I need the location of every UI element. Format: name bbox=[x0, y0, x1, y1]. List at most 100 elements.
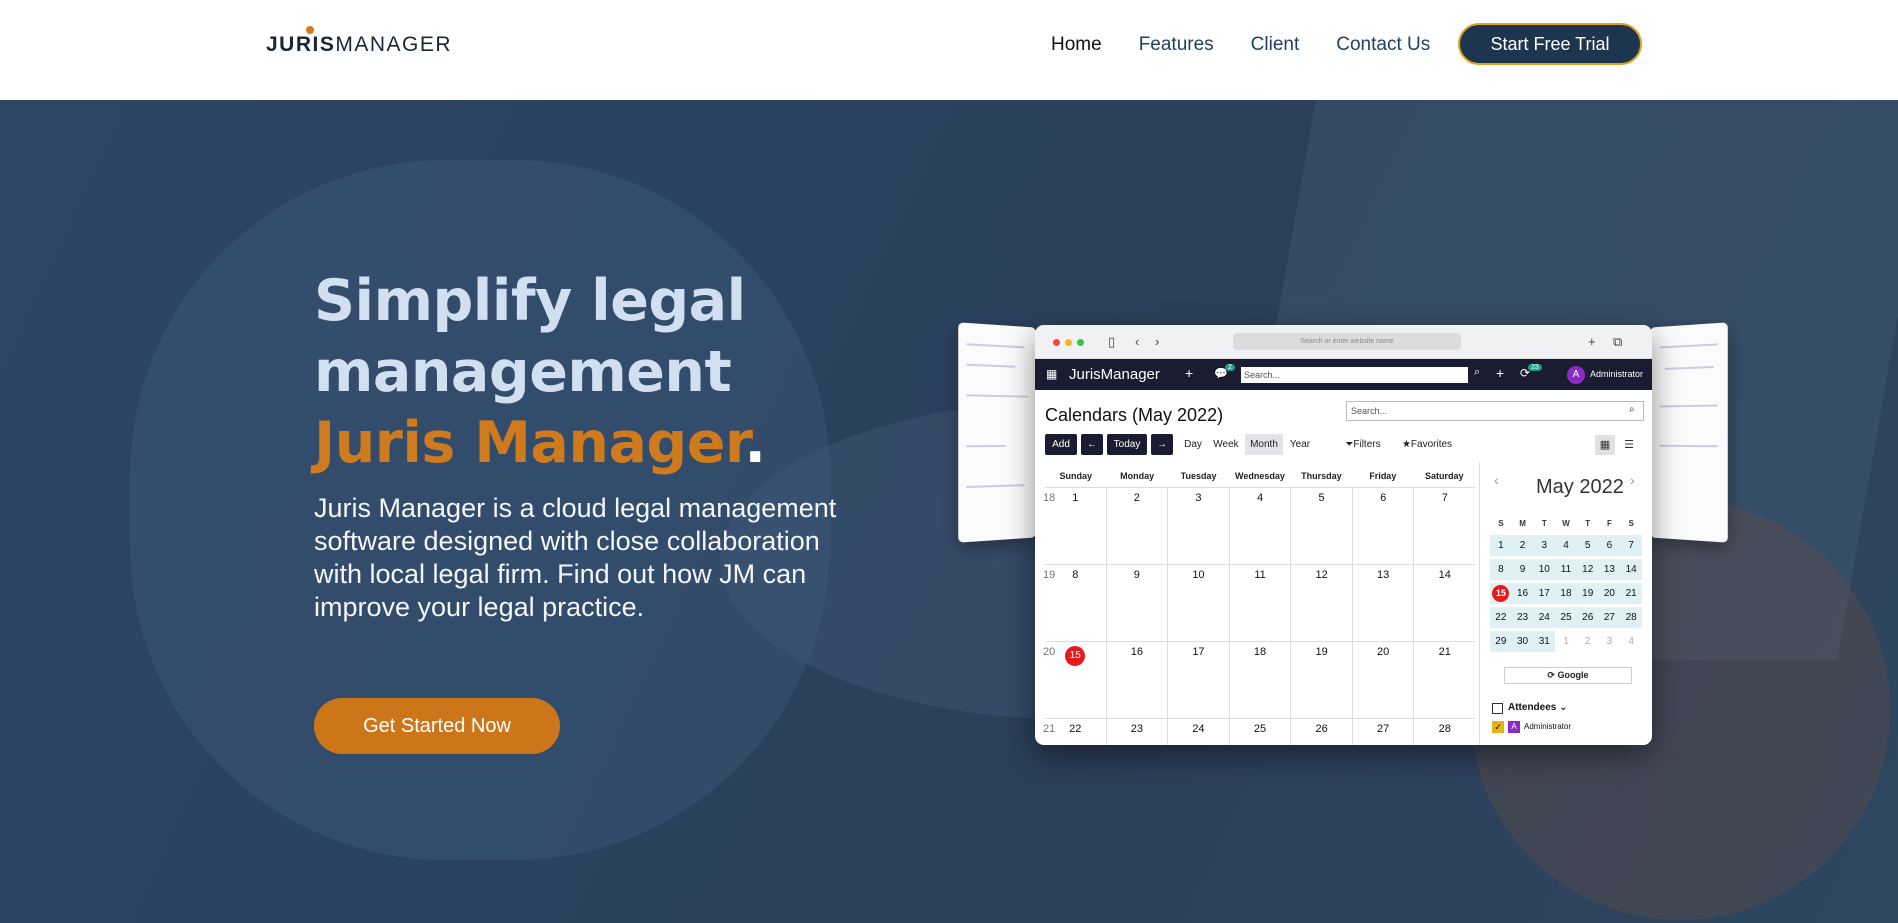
side-screenshot-right bbox=[1650, 322, 1728, 543]
mini-day: 30 bbox=[1511, 631, 1534, 652]
today-button: Today bbox=[1107, 434, 1147, 455]
mini-day-number: 7 bbox=[1628, 540, 1634, 551]
app-brand: JurisManager bbox=[1069, 366, 1160, 383]
mini-day-number: 2 bbox=[1584, 636, 1591, 647]
mini-day: 9 bbox=[1511, 559, 1534, 580]
calendar-day-cell: 2 bbox=[1105, 488, 1168, 564]
calendar-view-icon: ▦ bbox=[1595, 435, 1615, 455]
nav-features[interactable]: Features bbox=[1139, 34, 1214, 56]
mini-day: 3 bbox=[1533, 535, 1556, 556]
day-number: 26 bbox=[1315, 723, 1328, 735]
calendar-day-cell: 16 bbox=[1105, 642, 1168, 718]
side-screenshot-left bbox=[958, 322, 1036, 543]
mini-day-number: 13 bbox=[1603, 564, 1615, 575]
mini-day-number: 3 bbox=[1606, 636, 1613, 647]
mini-day: 10 bbox=[1533, 559, 1556, 580]
google-sync-button: ⟳ Google bbox=[1504, 667, 1632, 684]
browser-chrome: ▯ ‹ › Search or enter website name + ⧉ bbox=[1035, 325, 1652, 359]
mini-day: 18 bbox=[1555, 583, 1577, 604]
calendar-day-cell: 24 bbox=[1167, 719, 1229, 745]
calendar-title: Calendars (May 2022) bbox=[1045, 405, 1224, 425]
calendar-day-cell: 8 bbox=[1045, 565, 1106, 641]
calendar-week-row: 20 15 16 17 18 19 20 21 bbox=[1043, 641, 1475, 718]
hero-title-line2: management bbox=[314, 339, 732, 405]
mini-day-number: 3 bbox=[1541, 540, 1548, 551]
nav-links: Home Features Client Contact Us bbox=[1051, 34, 1430, 56]
logo-bold: JURIS bbox=[266, 33, 336, 56]
calendar-day-cell: 5 bbox=[1290, 488, 1352, 564]
filters-button: ⏷Filters bbox=[1341, 434, 1385, 455]
user-name: Administrator bbox=[1590, 369, 1644, 379]
day-number: 19 bbox=[1315, 646, 1328, 658]
calendar-day-cell: 13 bbox=[1351, 565, 1414, 641]
checkmark-icon: ✓ bbox=[1492, 721, 1504, 733]
next-arrow-icon: → bbox=[1151, 434, 1173, 455]
day-number: 13 bbox=[1377, 569, 1390, 581]
day-number: 7 bbox=[1441, 492, 1448, 504]
day-number: 22 bbox=[1069, 723, 1082, 735]
day-number: 18 bbox=[1253, 646, 1267, 658]
mini-day-number: 9 bbox=[1519, 564, 1526, 575]
mini-day-number: 8 bbox=[1498, 564, 1504, 575]
nav-client[interactable]: Client bbox=[1251, 34, 1300, 56]
calendar-day-cell: 9 bbox=[1105, 565, 1168, 641]
day-number: 20 bbox=[1377, 646, 1390, 658]
mini-day: 21 bbox=[1620, 583, 1642, 604]
mini-weekday-label: T bbox=[1585, 519, 1591, 528]
list-view-icon: ☰ bbox=[1624, 439, 1634, 451]
mini-weekday-label: W bbox=[1562, 519, 1570, 528]
add-button: Add bbox=[1045, 434, 1077, 455]
app-search-input: Search... bbox=[1241, 367, 1468, 383]
nav-contact-us[interactable]: Contact Us bbox=[1336, 34, 1430, 56]
mini-day-number: 4 bbox=[1628, 636, 1634, 647]
view-year: Year bbox=[1289, 439, 1311, 450]
day-number: 8 bbox=[1072, 569, 1079, 581]
mini-day: 2 bbox=[1576, 631, 1599, 652]
weeks-container: 18 1 2 3 4 5 6 7 19 8 9 10 11 12 13 14 20 15 16 17 18 19 20 21 2… bbox=[1043, 487, 1475, 745]
weekday-label: Monday bbox=[1120, 471, 1155, 481]
mini-day: 8 bbox=[1490, 559, 1512, 580]
mini-day-number: 4 bbox=[1563, 540, 1569, 551]
app-topbar: ▦ JurisManager + 💬 2 Search... ⌕ + ⟳ 23 … bbox=[1035, 359, 1652, 390]
mini-day: 4 bbox=[1555, 535, 1577, 556]
view-day: Day bbox=[1184, 439, 1202, 450]
mini-day-number: 6 bbox=[1606, 540, 1613, 551]
logo[interactable]: JURISMANAGER bbox=[266, 26, 452, 57]
calendar-day-cell: 14 bbox=[1413, 565, 1475, 641]
mini-day: 1 bbox=[1490, 535, 1512, 556]
mini-day: 4 bbox=[1620, 631, 1642, 652]
nav-home[interactable]: Home bbox=[1051, 34, 1102, 56]
sidebar-icon: ▯ bbox=[1108, 334, 1116, 349]
mini-day-number: 22 bbox=[1495, 612, 1507, 623]
hero-description: Juris Manager is a cloud legal managemen… bbox=[314, 493, 837, 622]
placeholder-line bbox=[1659, 404, 1718, 408]
calendar-week-row: 18 1 2 3 4 5 6 7 bbox=[1043, 487, 1475, 564]
sync-icon: ⟳ bbox=[1547, 670, 1556, 680]
search-icon: ⌕ bbox=[1474, 366, 1481, 378]
mini-day: 14 bbox=[1620, 559, 1642, 580]
calendar-day-cell: 21 bbox=[1413, 642, 1475, 718]
calendar-day-cell: 15 bbox=[1045, 642, 1106, 718]
start-free-trial-button[interactable]: Start Free Trial bbox=[1458, 23, 1642, 65]
mini-day: 12 bbox=[1576, 559, 1599, 580]
mini-day: 16 bbox=[1511, 583, 1534, 604]
placeholder-line bbox=[966, 394, 1029, 398]
calendar-day-cell: 11 bbox=[1228, 565, 1291, 641]
google-label: Google bbox=[1557, 670, 1589, 680]
calendar-day-cell: 25 bbox=[1228, 719, 1291, 745]
mini-day: 26 bbox=[1576, 607, 1599, 628]
mini-weekday-header: SMTWTFS bbox=[1490, 519, 1642, 528]
mini-day: 6 bbox=[1598, 535, 1621, 556]
day-number: 10 bbox=[1192, 569, 1205, 581]
calendar-day-cell: 4 bbox=[1228, 488, 1291, 564]
weekday-label: Tuesday bbox=[1180, 471, 1217, 481]
mini-day: 24 bbox=[1533, 607, 1556, 628]
placeholder-line bbox=[966, 343, 1025, 349]
calendar-day-cell: 10 bbox=[1167, 565, 1229, 641]
mini-day-number: 30 bbox=[1517, 636, 1529, 647]
placeholder-line bbox=[966, 363, 1016, 368]
get-started-button[interactable]: Get Started Now bbox=[314, 698, 560, 754]
weekday-label: Sunday bbox=[1059, 471, 1092, 481]
calendar-day-cell: 23 bbox=[1105, 719, 1168, 745]
mini-day-number: 21 bbox=[1625, 588, 1637, 599]
